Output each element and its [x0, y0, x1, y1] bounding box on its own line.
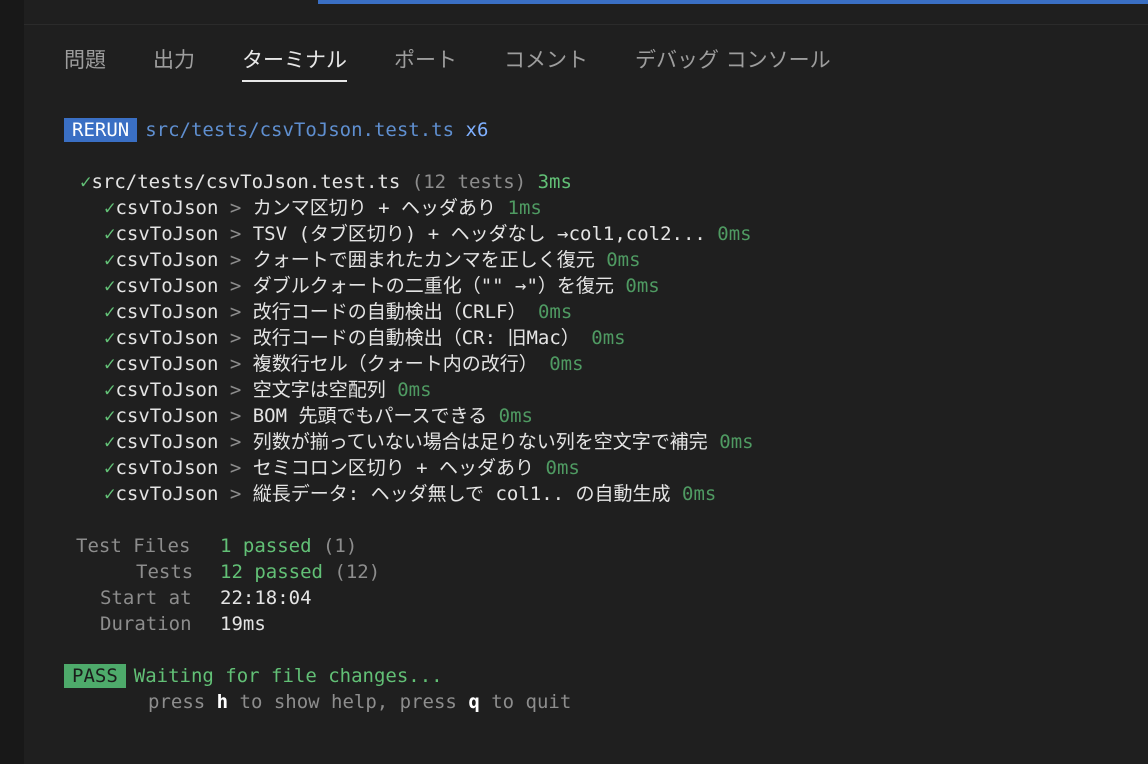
rerun-line: RERUN src/tests/csvToJson.test.ts x6 — [64, 117, 488, 143]
status-message: Waiting for file changes... — [133, 665, 443, 687]
test-name: 複数行セル（クォート内の改行） — [252, 353, 538, 375]
summary-start-value: 22:18:04 — [220, 587, 312, 609]
check-icon: ✓ — [104, 275, 116, 297]
summary-files-value: 1 passed (1) — [220, 535, 358, 557]
check-icon: ✓ — [104, 483, 116, 505]
terminal-output[interactable]: RERUN src/tests/csvToJson.test.ts x6 ✓src… — [0, 0, 1148, 764]
check-icon: ✓ — [80, 171, 92, 193]
test-name: 改行コードの自動検出（CRLF） — [252, 301, 527, 323]
test-time: 0ms — [682, 483, 717, 505]
test-row: ✓csvToJson > 改行コードの自動検出（CR: 旧Mac） 0ms — [104, 327, 626, 349]
test-time: 0ms — [537, 301, 573, 323]
rerun-badge: RERUN — [64, 118, 138, 142]
test-row: ✓csvToJson > 複数行セル（クォート内の改行） 0ms — [104, 353, 584, 375]
suite-count: (12 tests) — [411, 171, 527, 193]
help-key: h — [216, 691, 229, 713]
test-time: 0ms — [591, 327, 626, 349]
check-icon: ✓ — [104, 353, 116, 375]
test-time: 0ms — [397, 379, 432, 401]
test-time: 1ms — [507, 197, 542, 219]
test-row: ✓csvToJson > カンマ区切り + ヘッダあり 1ms — [104, 197, 542, 219]
test-name: セミコロン区切り + ヘッダあり — [252, 457, 535, 479]
test-name: 縦長データ: ヘッダ無しで col1.. の自動生成 — [252, 483, 671, 505]
test-name: TSV (タブ区切り) + ヘッダなし →col1,col2... — [252, 223, 706, 245]
test-row: ✓csvToJson > 空文字は空配列 0ms — [104, 379, 432, 401]
check-icon: ✓ — [104, 327, 116, 349]
test-row: ✓csvToJson > 縦長データ: ヘッダ無しで col1.. の自動生成 … — [104, 483, 717, 505]
summary-duration-value: 19ms — [220, 613, 266, 635]
check-icon: ✓ — [104, 197, 116, 219]
test-row: ✓csvToJson > 改行コードの自動検出（CRLF） 0ms — [104, 301, 573, 323]
summary-tests: Tests — [136, 559, 193, 585]
suite-path: src/tests/csvToJson.test.ts — [91, 171, 401, 193]
summary-files: Test Files — [76, 533, 190, 559]
test-row: ✓csvToJson > ダブルクォートの二重化（"" →"）を復元 0ms — [104, 275, 660, 297]
test-name: 空文字は空配列 — [252, 379, 386, 401]
quit-key: q — [468, 691, 480, 713]
check-icon: ✓ — [104, 431, 116, 453]
check-icon: ✓ — [104, 223, 116, 245]
test-time: 0ms — [549, 353, 584, 375]
summary-label: Test Files — [76, 535, 191, 557]
test-name: BOM 先頭でもパースできる — [252, 405, 488, 427]
test-name: カンマ区切り + ヘッダあり — [252, 197, 497, 219]
test-name: クォートで囲まれたカンマを正しく復元 — [252, 249, 595, 271]
test-row: ✓csvToJson > セミコロン区切り + ヘッダあり 0ms — [104, 457, 580, 479]
suite-line: ✓src/tests/csvToJson.test.ts (12 tests) … — [80, 169, 572, 195]
summary-label: Duration — [100, 613, 192, 635]
test-time: 0ms — [498, 405, 533, 427]
test-name: 改行コードの自動検出（CR: 旧Mac） — [252, 327, 580, 349]
check-icon: ✓ — [104, 379, 116, 401]
test-time: 0ms — [606, 249, 641, 271]
test-row: ✓csvToJson > BOM 先頭でもパースできる 0ms — [104, 405, 533, 427]
test-row: ✓csvToJson > 列数が揃っていない場合は足りない列を空文字で補完 0m… — [104, 431, 754, 453]
rerun-path: src/tests/csvToJson.test.ts — [145, 119, 455, 141]
test-time: 0ms — [625, 275, 660, 297]
suite-time: 3ms — [537, 171, 572, 193]
test-row: ✓csvToJson > クォートで囲まれたカンマを正しく復元 0ms — [104, 249, 641, 271]
test-time: 0ms — [717, 223, 752, 245]
test-time: 0ms — [719, 431, 754, 453]
check-icon: ✓ — [104, 301, 116, 323]
test-time: 0ms — [545, 457, 580, 479]
test-row: ✓csvToJson > TSV (タブ区切り) + ヘッダなし →col1,c… — [104, 223, 752, 245]
summary-start: Start at — [100, 585, 192, 611]
check-icon: ✓ — [104, 405, 116, 427]
test-name: ダブルクォートの二重化（"" →"）を復元 — [252, 275, 614, 297]
rerun-count: x6 — [465, 119, 489, 141]
summary-tests-value: 12 passed (12) — [220, 561, 381, 583]
check-icon: ✓ — [104, 249, 116, 271]
test-name: 列数が揃っていない場合は足りない列を空文字で補完 — [252, 431, 708, 453]
summary-duration: Duration — [100, 611, 192, 637]
summary-label: Start at — [100, 587, 192, 609]
check-icon: ✓ — [104, 457, 116, 479]
help-line: press h to show help, press q to quit — [148, 691, 572, 713]
pass-badge: PASS — [64, 664, 126, 688]
status-line: PASS Waiting for file changes... — [64, 663, 443, 689]
summary-label: Tests — [136, 561, 194, 583]
